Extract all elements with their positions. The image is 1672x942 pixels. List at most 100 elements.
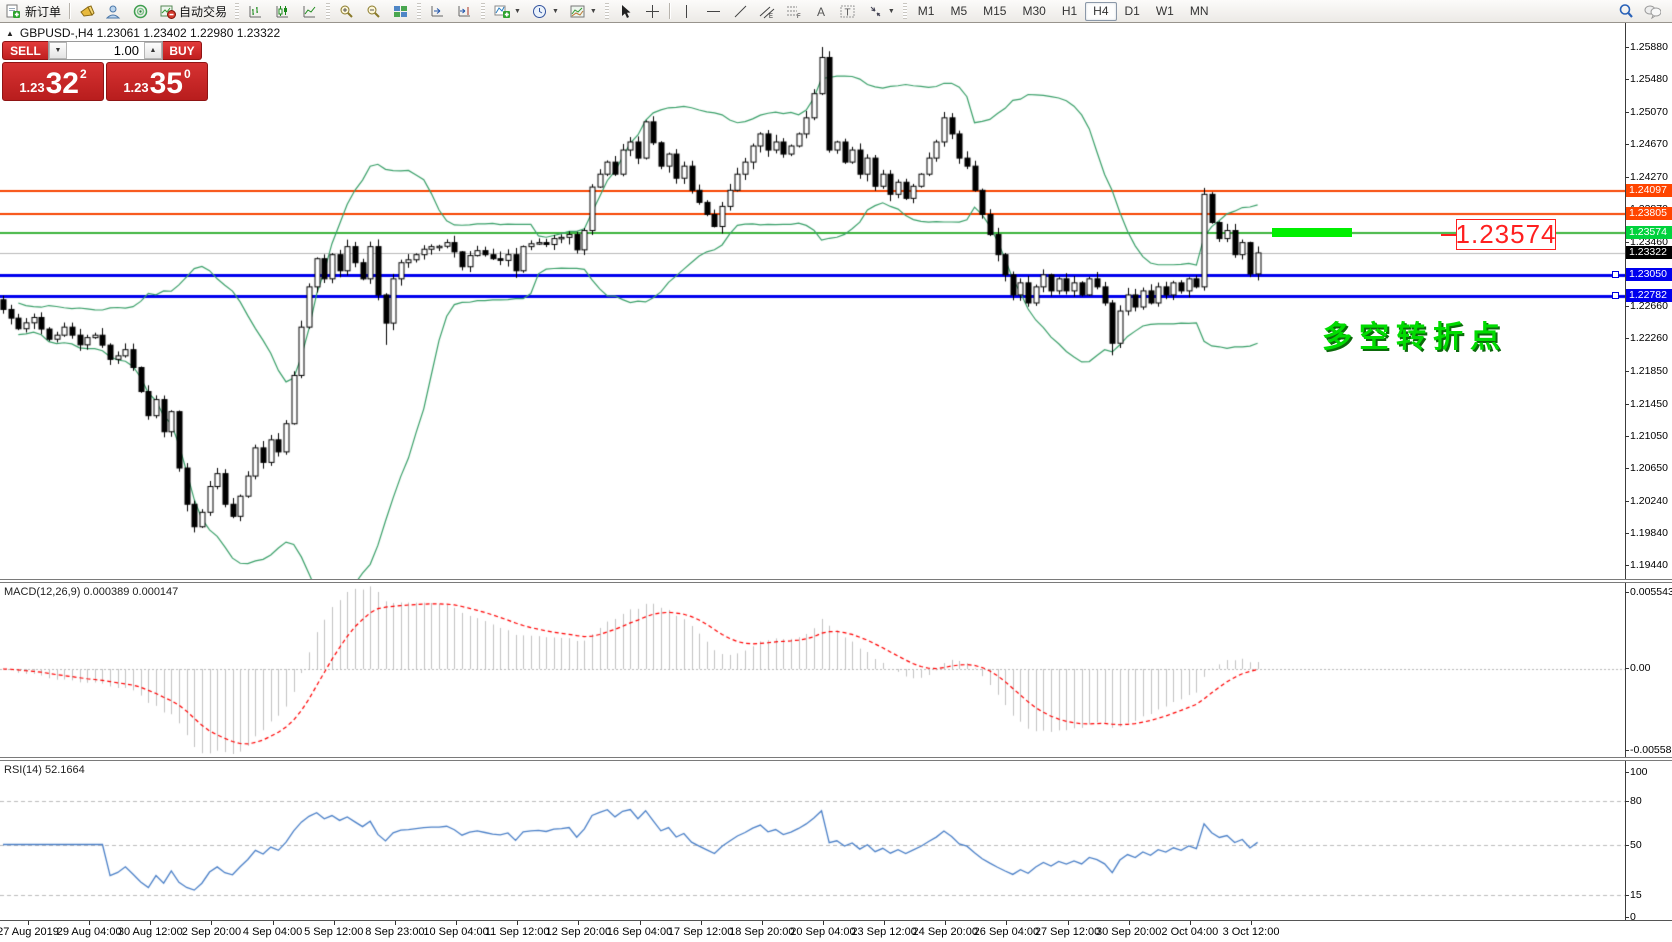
horn-button[interactable] (73, 1, 100, 21)
time-label: 18 Sep 20:00 (729, 926, 794, 938)
time-tick (578, 921, 579, 925)
zoom-in-icon (338, 3, 355, 19)
time-label: 11 Sep 12:00 (485, 926, 550, 938)
pane-splitter[interactable] (0, 579, 1672, 583)
new-order-label: 新订单 (25, 3, 61, 20)
time-tick (1190, 921, 1191, 925)
macd-axis-max: 0.005543 (1630, 586, 1672, 598)
text-button[interactable]: A (808, 1, 835, 21)
community-button[interactable] (100, 1, 127, 21)
hline-selection-handle[interactable] (1612, 292, 1619, 299)
time-tick (1068, 921, 1069, 925)
timeframe-button-h4[interactable]: H4 (1085, 2, 1116, 21)
time-label: 27 Aug 2019 (0, 926, 59, 938)
time-label: 5 Sep 12:00 (304, 926, 363, 938)
one-click-trading-panel: SELL ▼ ▲ BUY 1.23 32 2 1.23 35 0 (2, 41, 208, 101)
volume-increase-button[interactable]: ▲ (144, 42, 162, 59)
chat-button[interactable] (1639, 1, 1666, 21)
volume-input[interactable] (67, 42, 144, 59)
time-label: 8 Sep 23:00 (365, 926, 424, 938)
rsi-canvas[interactable] (0, 761, 1625, 920)
hline-selection-handle[interactable] (1612, 271, 1619, 278)
chart-shift-button[interactable] (451, 1, 478, 21)
zoom-out-button[interactable] (360, 1, 387, 21)
sell-price-button[interactable]: 1.23 32 2 (2, 62, 104, 101)
cursor-button[interactable] (612, 1, 639, 21)
price-tick: 1.20240 (1630, 495, 1668, 507)
timeframe-button-mn[interactable]: MN (1182, 2, 1217, 21)
volume-decrease-button[interactable]: ▼ (49, 42, 67, 59)
trendline-icon (732, 3, 749, 19)
timeframe-button-h1[interactable]: H1 (1054, 2, 1085, 21)
time-label: 27 Sep 12:00 (1035, 926, 1100, 938)
green-highlight-zone[interactable] (1272, 228, 1352, 237)
price-label-box[interactable]: 1.23574 (1456, 219, 1556, 250)
time-tick (640, 921, 641, 925)
autotrading-label: 自动交易 (179, 3, 227, 20)
timeframe-button-m30[interactable]: M30 (1014, 2, 1053, 21)
autotrading-icon (159, 3, 176, 19)
bar-chart-button[interactable] (242, 1, 269, 21)
price-tick: 1.24670 (1630, 138, 1668, 150)
vertical-line-button[interactable] (673, 1, 700, 21)
time-tick (823, 921, 824, 925)
price-badge: 1.23050 (1626, 268, 1672, 281)
crosshair-button[interactable] (639, 1, 666, 21)
new-order-icon (5, 3, 22, 19)
time-tick (456, 921, 457, 925)
time-axis[interactable]: 27 Aug 201929 Aug 04:0030 Aug 12:002 Sep… (0, 920, 1672, 942)
toolbar-separator (669, 3, 670, 19)
main-toolbar: 新订单 自动交易 ▼ (0, 0, 1672, 23)
sell-price-pip: 2 (80, 67, 87, 81)
pane-splitter[interactable] (0, 757, 1672, 761)
price-tick: 1.19840 (1630, 527, 1668, 539)
macd-label: MACD(12,26,9) 0.000389 0.000147 (4, 586, 178, 598)
main-chart-canvas[interactable] (0, 23, 1625, 579)
macd-canvas[interactable] (0, 583, 1625, 757)
time-tick (945, 921, 946, 925)
indicators-button[interactable]: ▼ (488, 1, 526, 21)
time-tick (211, 921, 212, 925)
timeframe-button-w1[interactable]: W1 (1148, 2, 1182, 21)
time-label: 3 Oct 12:00 (1223, 926, 1280, 938)
time-label: 30 Sep 20:00 (1096, 926, 1161, 938)
price-axis[interactable]: 1.258801.254801.250701.246701.242701.238… (1625, 23, 1672, 920)
time-label: 20 Sep 04:00 (790, 926, 855, 938)
turning-point-label[interactable]: 多空转折点 (1322, 312, 1507, 356)
zoom-in-button[interactable] (333, 1, 360, 21)
price-tick: 1.21050 (1630, 430, 1668, 442)
horn-icon (78, 3, 95, 19)
trendline-button[interactable] (727, 1, 754, 21)
signals-button[interactable] (127, 1, 154, 21)
templates-button[interactable]: ▼ (564, 1, 602, 21)
candlestick-chart-button[interactable] (269, 1, 296, 21)
tile-windows-button[interactable] (387, 1, 414, 21)
timeframe-button-m5[interactable]: M5 (942, 2, 975, 21)
buy-button[interactable]: BUY (163, 41, 202, 60)
price-tick: 1.21850 (1630, 365, 1668, 377)
buy-price-button[interactable]: 1.23 35 0 (106, 62, 208, 101)
channel-button[interactable]: E (754, 1, 781, 21)
text-label-button[interactable]: T (835, 1, 862, 21)
line-chart-button[interactable] (296, 1, 323, 21)
horizontal-line-icon (705, 3, 722, 19)
price-badge: 1.23805 (1626, 207, 1672, 220)
timeframe-button-m1[interactable]: M1 (910, 2, 943, 21)
time-label: 2 Oct 04:00 (1161, 926, 1218, 938)
search-button[interactable] (1612, 1, 1639, 21)
auto-scroll-button[interactable] (424, 1, 451, 21)
toolbar-grip (417, 3, 421, 19)
profile-icon (105, 3, 122, 19)
arrows-button[interactable]: ▼ (862, 1, 900, 21)
price-tick: 1.20650 (1630, 462, 1668, 474)
timeframe-button-m15[interactable]: M15 (975, 2, 1014, 21)
horizontal-line-button[interactable] (700, 1, 727, 21)
periods-icon (531, 3, 548, 19)
sell-button[interactable]: SELL (2, 41, 48, 60)
fibonacci-button[interactable]: F (781, 1, 808, 21)
timeframe-button-d1[interactable]: D1 (1117, 2, 1148, 21)
autotrading-button[interactable]: 自动交易 (154, 1, 232, 21)
time-tick (395, 921, 396, 925)
periods-button[interactable]: ▼ (526, 1, 564, 21)
new-order-button[interactable]: 新订单 (0, 1, 66, 21)
